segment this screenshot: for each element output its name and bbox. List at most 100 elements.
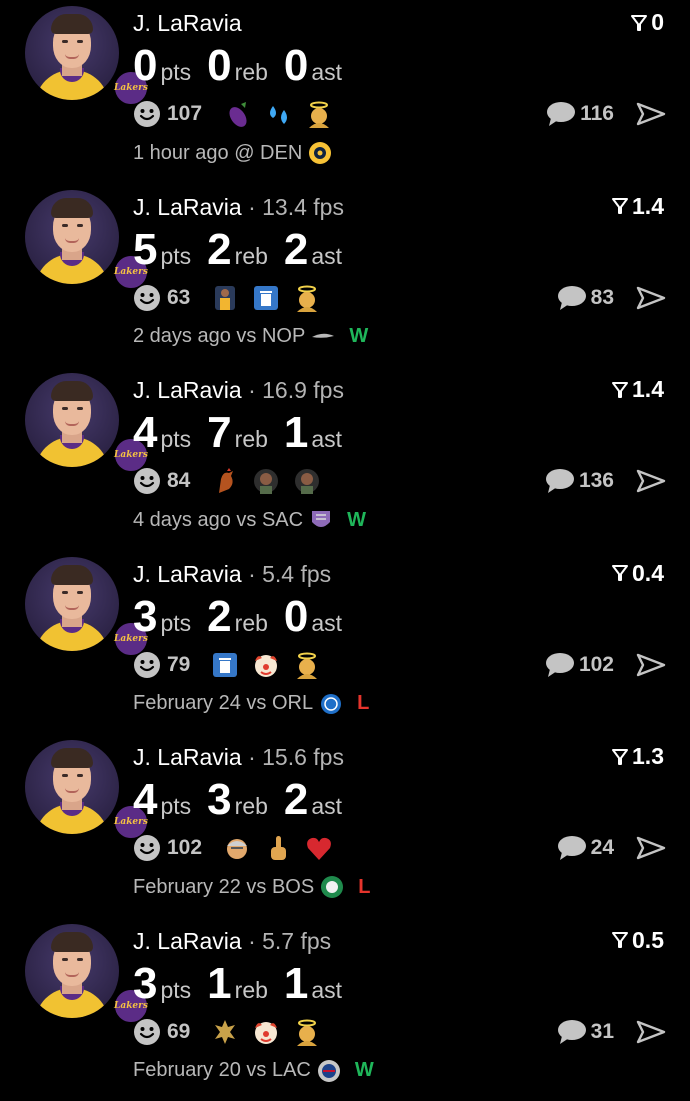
player-avatar[interactable]: Lakers	[25, 189, 149, 290]
rating[interactable]: 0.5	[612, 927, 664, 954]
player-name[interactable]: J. LaRavia	[133, 10, 242, 36]
comment-count[interactable]: 116	[580, 102, 614, 126]
fantasy-points: · 5.4 fps	[248, 560, 332, 587]
player-name[interactable]: J. LaRavia	[133, 194, 242, 220]
send-icon[interactable]	[636, 468, 666, 494]
trident-emblem-emoji[interactable]	[211, 1018, 239, 1046]
comment-count[interactable]: 102	[579, 653, 614, 677]
game-meta: February 24 vs ORL L	[133, 692, 369, 716]
fantasy-points: · 15.6 fps	[248, 744, 344, 770]
player-face-emoji[interactable]	[252, 467, 280, 495]
red-heart-emoji[interactable]	[305, 834, 333, 862]
player-avatar[interactable]: Lakers	[25, 740, 149, 840]
comment-icon[interactable]	[557, 285, 587, 311]
player-name[interactable]: J. LaRavia	[133, 744, 242, 770]
comment-icon[interactable]	[557, 835, 587, 861]
send-icon[interactable]	[636, 652, 666, 678]
comment-count[interactable]: 83	[591, 286, 614, 310]
angel-emoji[interactable]	[293, 284, 321, 312]
points-value: 3	[133, 591, 158, 641]
rating[interactable]: 1.4	[612, 376, 664, 403]
comment-count[interactable]: 136	[579, 469, 614, 493]
rebounds-label: reb	[234, 426, 268, 452]
rating[interactable]: 0	[631, 9, 664, 36]
sweat-droplets-emoji[interactable]	[264, 100, 292, 128]
assists-label: ast	[311, 793, 343, 819]
reactions-bar: 79	[133, 649, 321, 681]
player-photo	[25, 740, 119, 834]
game-time-opponent: February 20 vs LAC	[133, 1059, 311, 1081]
reactions-bar: 69	[133, 1016, 321, 1048]
eggplant-emoji[interactable]	[223, 100, 251, 128]
magic-logo-icon	[321, 693, 342, 714]
assists-value: 1	[283, 408, 309, 457]
angel-emoji[interactable]	[293, 1018, 321, 1046]
stat-line: 3 pts 1 reb 1 ast	[133, 958, 358, 1008]
game-card-3[interactable]: Lakers J. LaRavia · 16.9 fps 1.4 4 pts 7…	[0, 367, 690, 550]
clown-emoji[interactable]	[252, 1018, 280, 1046]
rating[interactable]: 0.4	[612, 560, 664, 587]
game-meta: 4 days ago vs SAC W	[133, 508, 366, 532]
angel-emoji[interactable]	[293, 651, 321, 679]
comment-icon[interactable]	[545, 468, 575, 494]
player-avatar[interactable]: Lakers	[25, 6, 149, 106]
trash-can-emoji[interactable]	[252, 284, 280, 312]
player-photo-emoji[interactable]	[211, 284, 239, 312]
smiley-react-icon[interactable]	[133, 651, 161, 679]
send-icon[interactable]	[636, 1019, 666, 1045]
game-result: L	[358, 875, 371, 898]
assists-value: 1	[283, 958, 309, 1008]
rooster-emoji[interactable]	[211, 467, 239, 495]
game-card-2[interactable]: Lakers J. LaRavia · 13.4 fps 1.4 5 pts 2…	[0, 184, 690, 367]
comment-count[interactable]: 31	[591, 1020, 614, 1044]
comment-icon[interactable]	[545, 652, 575, 678]
game-time-opponent: February 24 vs ORL	[133, 692, 314, 714]
player-avatar[interactable]: Lakers	[25, 556, 149, 657]
assists-label: ast	[311, 242, 343, 269]
old-man-emoji[interactable]	[223, 834, 251, 862]
funnel-icon	[612, 381, 629, 398]
game-card-4[interactable]: Lakers J. LaRavia · 5.4 fps 0.4 3 pts 2 …	[0, 551, 690, 734]
comment-icon[interactable]	[557, 1019, 587, 1045]
reactions-bar: 107	[133, 98, 333, 130]
player-avatar[interactable]: Lakers	[25, 373, 149, 473]
assists-value: 2	[283, 224, 309, 274]
rating[interactable]: 1.3	[612, 743, 664, 770]
points-value: 0	[133, 41, 158, 90]
middle-finger-emoji[interactable]	[264, 834, 292, 862]
rebounds-label: reb	[234, 609, 268, 636]
game-result: L	[357, 692, 370, 714]
smiley-react-icon[interactable]	[133, 284, 161, 312]
clown-emoji[interactable]	[252, 651, 280, 679]
points-value: 3	[133, 958, 158, 1008]
player-avatar[interactable]: Lakers	[25, 923, 149, 1024]
player-name[interactable]: J. LaRavia	[133, 377, 242, 403]
smiley-react-icon[interactable]	[133, 467, 161, 495]
reactions-bar: 63	[133, 282, 321, 314]
angel-emoji[interactable]	[305, 100, 333, 128]
game-card-6[interactable]: Lakers J. LaRavia · 5.7 fps 0.5 3 pts 1 …	[0, 918, 690, 1101]
assists-label: ast	[311, 609, 343, 636]
rating-value: 1.4	[632, 376, 664, 402]
trash-can-emoji[interactable]	[211, 651, 239, 679]
player-face-emoji[interactable]	[293, 467, 321, 495]
player-name[interactable]: J. LaRavia	[133, 928, 242, 954]
smiley-react-icon[interactable]	[133, 834, 161, 862]
player-name[interactable]: J. LaRavia	[133, 561, 242, 587]
send-icon[interactable]	[636, 285, 666, 311]
send-icon[interactable]	[636, 835, 666, 861]
comment-count[interactable]: 24	[591, 836, 614, 860]
smiley-react-icon[interactable]	[133, 100, 161, 128]
rebounds-label: reb	[234, 59, 268, 85]
player-photo	[25, 189, 119, 284]
game-card-1[interactable]: Lakers J. LaRavia 0 0 pts 0 reb 0 ast 10…	[0, 0, 690, 183]
smiley-react-icon[interactable]	[133, 1018, 161, 1046]
game-result: W	[354, 1059, 374, 1081]
game-card-5[interactable]: Lakers J. LaRavia · 15.6 fps 1.3 4 pts 3…	[0, 734, 690, 917]
comment-icon[interactable]	[546, 101, 576, 127]
rating[interactable]: 1.4	[612, 193, 664, 220]
assists-value: 2	[283, 775, 309, 824]
player-photo	[25, 6, 119, 100]
send-icon[interactable]	[636, 101, 666, 127]
reaction-count: 69	[167, 1019, 191, 1043]
